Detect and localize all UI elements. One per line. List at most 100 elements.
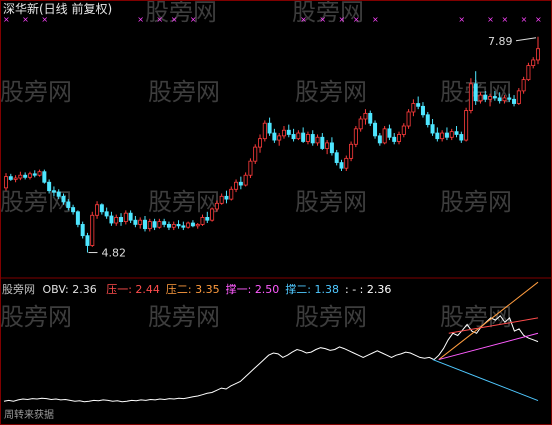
candle-body[interactable] [397,134,402,142]
candle-body[interactable] [344,157,349,169]
candle-body[interactable] [224,195,229,200]
candle-body[interactable] [459,134,464,141]
candle-body[interactable] [128,212,133,221]
candle-body[interactable] [66,201,71,208]
candle-body[interactable] [382,128,387,144]
candle-body[interactable] [507,97,512,100]
candle-body[interactable] [521,79,526,92]
candle-body[interactable] [449,131,454,138]
candle-body[interactable] [497,97,502,102]
candle-body[interactable] [119,216,124,223]
candle-body[interactable] [123,212,128,223]
candle-body[interactable] [325,142,330,149]
candle-body[interactable] [305,134,310,142]
candle-body[interactable] [229,188,234,200]
candle-body[interactable] [80,224,85,237]
candle-body[interactable] [473,83,478,102]
candle-body[interactable] [492,96,497,99]
candle-body[interactable] [27,173,32,178]
candle-body[interactable] [162,221,167,225]
candle-body[interactable] [281,129,286,137]
candle-body[interactable] [181,225,186,228]
candle-series[interactable] [4,36,541,253]
candle-body[interactable] [214,202,219,210]
candle-body[interactable] [56,191,61,197]
candle-body[interactable] [502,97,507,102]
candle-body[interactable] [200,216,205,225]
candle-body[interactable] [152,221,157,228]
candle-body[interactable] [104,211,109,217]
candle-body[interactable] [286,129,291,135]
candle-body[interactable] [387,128,392,138]
candle-body[interactable] [71,207,76,213]
candle-body[interactable] [296,132,301,140]
candle-body[interactable] [8,176,13,180]
candle-body[interactable] [75,211,80,225]
candle-body[interactable] [435,132,440,140]
candle-body[interactable] [516,90,521,104]
candle-body[interactable] [377,135,382,144]
candle-body[interactable] [291,134,296,140]
candle-body[interactable] [147,221,152,230]
candle-body[interactable] [142,219,147,230]
candle-body[interactable] [526,65,531,81]
candle-body[interactable] [13,177,18,180]
candle-body[interactable] [51,190,56,193]
candle-body[interactable] [478,94,483,102]
candle-body[interactable] [205,216,210,221]
candle-body[interactable] [248,160,253,176]
candle-body[interactable] [210,208,215,221]
candle-body[interactable] [133,219,138,225]
candlestick-chart[interactable]: 股旁网股旁网股旁网股旁网股旁网股旁网股旁网股旁网股旁网股旁网股旁网股旁网股旁网股… [0,0,552,425]
candle-body[interactable] [401,125,406,135]
candle-body[interactable] [61,195,66,203]
candle-body[interactable] [258,138,263,148]
candle-body[interactable] [339,162,344,169]
stock-chart-window[interactable]: 股旁网股旁网股旁网股旁网股旁网股旁网股旁网股旁网股旁网股旁网股旁网股旁网股旁网股… [0,0,552,425]
candle-body[interactable] [488,96,493,100]
candle-body[interactable] [464,110,469,141]
candle-body[interactable] [353,128,358,145]
candle-body[interactable] [90,214,95,246]
candle-body[interactable] [176,224,181,227]
candle-body[interactable] [190,222,195,227]
candle-body[interactable] [114,216,119,224]
candle-body[interactable] [315,136,320,144]
candle-body[interactable] [483,94,488,100]
candle-body[interactable] [186,222,191,228]
candle-body[interactable] [440,132,445,140]
candle-body[interactable] [95,204,100,216]
candle-body[interactable] [310,134,315,144]
candle-body[interactable] [4,176,9,189]
candle-body[interactable] [234,181,239,190]
candle-body[interactable] [109,215,114,224]
candle-body[interactable] [18,174,23,179]
candle-body[interactable] [411,103,416,113]
candle-body[interactable] [320,136,325,149]
candle-body[interactable] [512,98,517,104]
candle-body[interactable] [425,114,430,126]
candle-body[interactable] [454,131,459,135]
candle-body[interactable] [157,221,162,228]
candle-body[interactable] [349,143,354,159]
candle-body[interactable] [99,204,104,213]
candle-body[interactable] [253,146,258,162]
candle-body[interactable] [420,105,425,116]
candle-body[interactable] [272,132,277,141]
candle-body[interactable] [37,171,42,176]
candle-body[interactable] [392,136,397,142]
candle-body[interactable] [138,219,143,225]
candle-body[interactable] [444,132,449,138]
candle-body[interactable] [85,235,90,246]
candle-body[interactable] [301,132,306,142]
candle-body[interactable] [166,224,171,228]
candle-body[interactable] [277,135,282,141]
candle-body[interactable] [358,118,363,130]
candle-body[interactable] [531,59,536,66]
candle-body[interactable] [32,173,37,176]
candle-body[interactable] [406,111,411,127]
candle-body[interactable] [329,142,334,154]
candle-body[interactable] [416,103,421,107]
candle-body[interactable] [42,171,47,183]
candle-body[interactable] [219,195,224,204]
